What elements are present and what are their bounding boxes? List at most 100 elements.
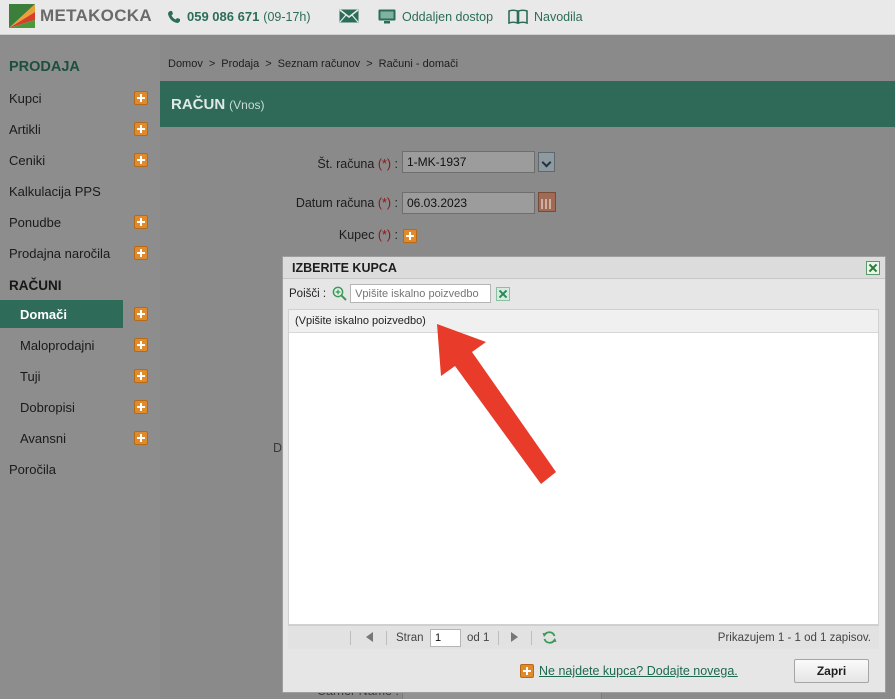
invoice-date-field[interactable]: 06.03.2023 xyxy=(402,192,535,214)
sidebar: PRODAJA Kupci Artikli Ceniki Kalkulacija… xyxy=(0,36,160,699)
sidebar-item-customers[interactable]: Kupci xyxy=(0,84,160,112)
add-credit-note-icon[interactable] xyxy=(134,400,148,414)
add-article-icon[interactable] xyxy=(134,122,148,136)
dialog-header: IZBERITE KUPCA xyxy=(283,257,885,279)
breadcrumb-home[interactable]: Domov xyxy=(168,58,203,70)
label-suffix: : xyxy=(394,228,398,242)
calendar-icon[interactable] xyxy=(538,192,556,212)
add-customer-icon[interactable] xyxy=(134,91,148,105)
page-number-input[interactable] xyxy=(430,629,461,647)
sidebar-item-advance[interactable]: Avansni xyxy=(0,424,160,452)
add-domestic-invoice-icon[interactable] xyxy=(134,307,148,321)
search-icon[interactable] xyxy=(332,286,347,301)
pager-separator xyxy=(350,631,351,645)
page-total: od 1 xyxy=(467,632,490,644)
invoice-number-dropdown-button[interactable] xyxy=(538,152,555,172)
page-title: RAČUN (Vnos) xyxy=(171,96,265,113)
select-customer-dialog: IZBERITE KUPCA Poišči : (Vpišite iskalno… xyxy=(282,256,886,693)
customer-results-grid: (Vpišite iskalno poizvedbo) xyxy=(288,309,879,625)
sidebar-item-sales-orders[interactable]: Prodajna naročila xyxy=(0,239,160,267)
remote-access-label: Oddaljen dostop xyxy=(402,9,494,24)
sidebar-item-foreign[interactable]: Tuji xyxy=(0,362,160,390)
invoice-number-label: Št. računa (*) : xyxy=(280,157,398,171)
sidebar-item-calculation[interactable]: Kalkulacija PPS xyxy=(0,177,160,205)
instructions-label: Navodila xyxy=(534,9,583,24)
search-input[interactable] xyxy=(350,284,492,303)
sidebar-item-reports[interactable]: Poročila xyxy=(0,455,160,483)
pager-separator xyxy=(386,631,387,645)
sidebar-item-label: Tuji xyxy=(20,368,41,384)
section-sales-heading: PRODAJA xyxy=(9,59,80,75)
pager-separator xyxy=(531,631,532,645)
sidebar-item-label: Kupci xyxy=(9,90,42,106)
logo[interactable]: METAKOCKA xyxy=(9,4,152,28)
required-mark: (*) xyxy=(377,157,392,171)
invoice-number-field[interactable]: 1-MK-1937 xyxy=(402,151,535,173)
sidebar-item-offers[interactable]: Ponudbe xyxy=(0,208,160,236)
book-icon xyxy=(508,9,528,24)
sidebar-item-label: Kalkulacija PPS xyxy=(9,183,101,199)
phone-hours: (09-17h) xyxy=(263,9,311,24)
page-title-text: RAČUN xyxy=(171,96,226,113)
previous-page-icon[interactable] xyxy=(366,632,373,642)
sidebar-item-label: Avansni xyxy=(20,430,67,446)
required-mark: (*) xyxy=(377,228,392,242)
page-subtitle: (Vnos) xyxy=(229,98,265,112)
invoice-date-label: Datum računa (*) : xyxy=(280,196,398,210)
sidebar-item-label: Dobropisi xyxy=(20,399,75,415)
mail-icon xyxy=(339,9,359,23)
label-text: Kupec xyxy=(338,228,375,242)
add-offer-icon[interactable] xyxy=(134,215,148,229)
logo-mark-icon xyxy=(9,4,35,28)
sidebar-item-label: Artikli xyxy=(9,121,41,137)
next-page-icon[interactable] xyxy=(511,632,518,642)
refresh-icon[interactable] xyxy=(542,630,557,645)
sidebar-item-price-lists[interactable]: Ceniki xyxy=(0,146,160,174)
add-sales-order-icon[interactable] xyxy=(134,246,148,260)
dialog-title: IZBERITE KUPCA xyxy=(292,261,397,275)
label-text: Datum računa xyxy=(295,196,375,210)
label-suffix: : xyxy=(394,157,398,171)
sidebar-item-articles[interactable]: Artikli xyxy=(0,115,160,143)
add-icon xyxy=(520,664,534,678)
phone-number: 059 086 671 xyxy=(187,9,260,24)
required-mark: (*) xyxy=(377,196,392,210)
sidebar-item-domestic[interactable]: Domači xyxy=(0,300,123,328)
pager: Stran od 1 Prikazujem 1 - 1 od 1 zapisov… xyxy=(288,625,879,649)
add-customer-inline-icon[interactable] xyxy=(403,229,417,243)
section-invoices-heading: RAČUNI xyxy=(9,278,62,293)
search-row: Poišči : xyxy=(289,284,511,303)
email-link[interactable] xyxy=(339,9,365,23)
remote-access-link[interactable]: Oddaljen dostop xyxy=(378,9,493,24)
top-bar: METAKOCKA 059 086 671 (09-17h) Oddaljen … xyxy=(0,0,895,35)
breadcrumb-sales[interactable]: Prodaja xyxy=(221,58,259,70)
breadcrumb-invoice-list[interactable]: Seznam računov xyxy=(278,58,361,70)
add-new-customer-label: Ne najdete kupca? Dodajte novega. xyxy=(539,664,738,678)
add-new-customer-link[interactable]: Ne najdete kupca? Dodajte novega. xyxy=(520,664,738,678)
add-foreign-invoice-icon[interactable] xyxy=(134,369,148,383)
monitor-icon xyxy=(378,9,396,24)
breadcrumb: Domov > Prodaja > Seznam računov > Računi - do… xyxy=(168,58,459,70)
add-advance-invoice-icon[interactable] xyxy=(134,431,148,445)
sidebar-item-label: Ponudbe xyxy=(9,214,62,230)
sidebar-item-label: Prodajna naročila xyxy=(9,245,111,261)
sidebar-item-retail[interactable]: Maloprodajni xyxy=(0,331,160,359)
phone-contact[interactable]: 059 086 671 (09-17h) xyxy=(167,9,311,24)
list-item[interactable]: (Vpišite iskalno poizvedbo) xyxy=(289,310,878,333)
sidebar-item-label: Domači xyxy=(20,306,67,322)
sidebar-item-label: Poročila xyxy=(9,461,56,477)
close-icon[interactable] xyxy=(866,261,880,275)
label-text: Št. računa xyxy=(317,157,375,171)
clear-search-icon[interactable] xyxy=(496,286,511,301)
instructions-link[interactable]: Navodila xyxy=(508,9,583,24)
label-suffix: : xyxy=(394,196,398,210)
brand-name: METAKOCKA xyxy=(40,6,152,25)
add-retail-invoice-icon[interactable] xyxy=(134,338,148,352)
sidebar-item-credit-notes[interactable]: Dobropisi xyxy=(0,393,160,421)
page-title-band: RAČUN (Vnos) xyxy=(160,81,895,127)
paging-summary: Prikazujem 1 - 1 od 1 zapisov. xyxy=(717,632,871,644)
add-price-list-icon[interactable] xyxy=(134,153,148,167)
sidebar-item-label: Ceniki xyxy=(9,152,46,168)
sidebar-item-label: Maloprodajni xyxy=(20,337,95,353)
close-button[interactable]: Zapri xyxy=(794,659,869,683)
